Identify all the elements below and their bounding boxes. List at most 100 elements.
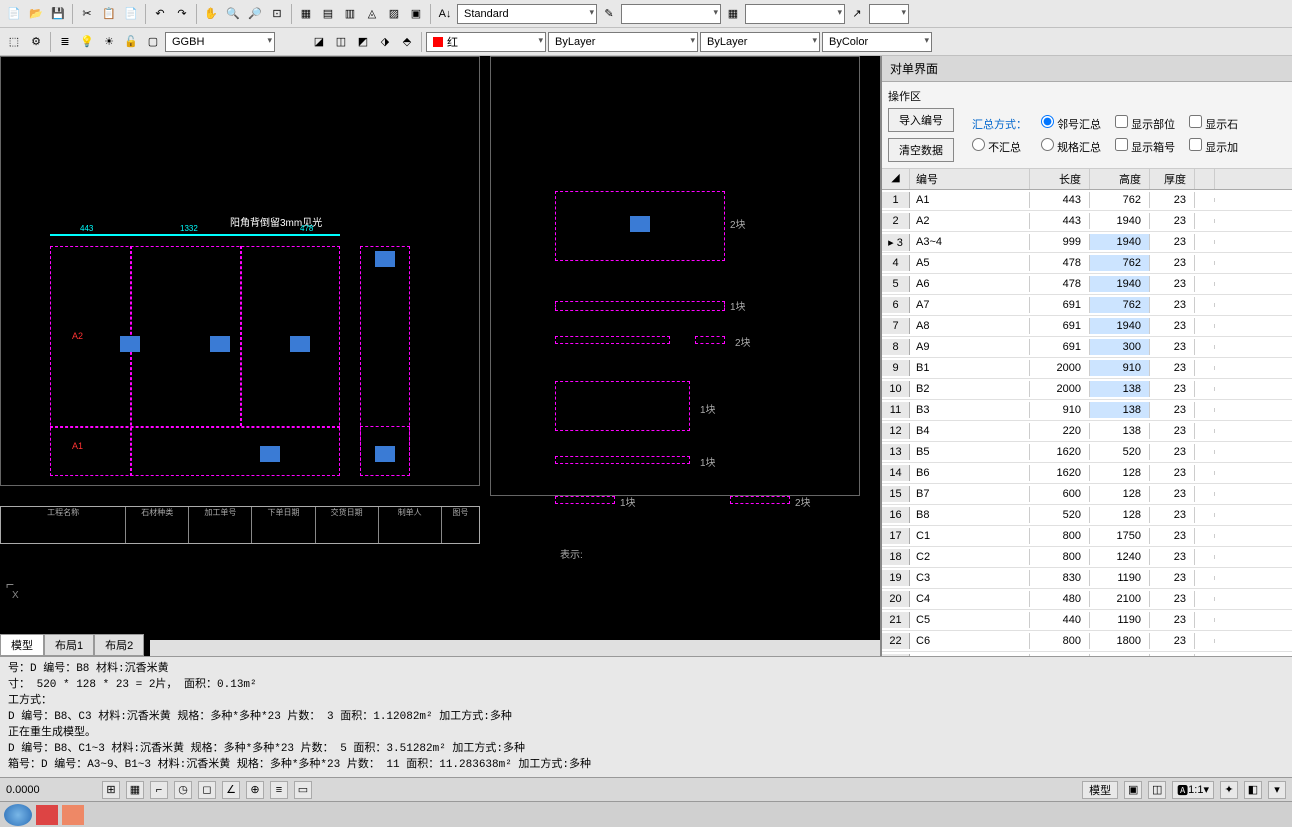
drawing-canvas[interactable]: 阳角背倒留3mm见光 A2 A1 443 1332 478 工程名称 石材种类 … bbox=[0, 56, 880, 656]
table-row[interactable]: 10B2200013823 bbox=[882, 379, 1292, 400]
dim-icon[interactable]: ◬ bbox=[362, 4, 382, 24]
chk-box[interactable]: 显示箱号 bbox=[1115, 138, 1175, 155]
model-space-button[interactable]: 模型 bbox=[1082, 781, 1118, 799]
table-row[interactable]: ▸ 3A3~4999194023 bbox=[882, 232, 1292, 253]
table-row[interactable]: 20C4480210023 bbox=[882, 589, 1292, 610]
layer-match-icon[interactable]: ◩ bbox=[353, 32, 373, 52]
lw-icon[interactable]: ≡ bbox=[270, 781, 288, 799]
textstyle-dropdown[interactable]: Standard bbox=[457, 4, 597, 24]
layer-off-icon[interactable]: ⬘ bbox=[397, 32, 417, 52]
start-button[interactable] bbox=[4, 804, 32, 826]
qp-icon[interactable]: ▭ bbox=[294, 781, 312, 799]
open-icon[interactable]: 📂 bbox=[26, 4, 46, 24]
pan-icon[interactable]: ✋ bbox=[201, 4, 221, 24]
chk-show4[interactable]: 显示加 bbox=[1189, 138, 1238, 155]
nav2-icon[interactable]: ◫ bbox=[1148, 781, 1166, 799]
text-icon[interactable]: A↓ bbox=[435, 4, 455, 24]
lineweight-dropdown[interactable]: ByLayer bbox=[700, 32, 820, 52]
nav-icon[interactable]: ▣ bbox=[1124, 781, 1142, 799]
snap-icon[interactable]: ⊞ bbox=[102, 781, 120, 799]
ortho-icon[interactable]: ⌐ bbox=[150, 781, 168, 799]
plotstyle-dropdown[interactable]: ByColor bbox=[822, 32, 932, 52]
clear-button[interactable]: 清空数据 bbox=[888, 138, 954, 162]
tablestyle-dropdown[interactable] bbox=[745, 4, 845, 24]
lock-icon[interactable]: 🔓 bbox=[121, 32, 141, 52]
table-row[interactable]: 19C3830119023 bbox=[882, 568, 1292, 589]
radio-neighbor[interactable]: 邻号汇总 bbox=[1041, 115, 1101, 132]
radio-spec[interactable]: 规格汇总 bbox=[1041, 138, 1101, 155]
new-icon[interactable]: 📄 bbox=[4, 4, 24, 24]
table-row[interactable]: 16B852012823 bbox=[882, 505, 1292, 526]
hscrollbar[interactable] bbox=[150, 640, 880, 656]
calc-icon[interactable]: ▥ bbox=[340, 4, 360, 24]
table-row[interactable]: 9B1200091023 bbox=[882, 358, 1292, 379]
chk-show3[interactable]: 显示石 bbox=[1189, 115, 1238, 132]
data-grid[interactable]: ◢ 编号 长度 高度 厚度 1A1443762232A2443194023▸ 3… bbox=[882, 169, 1292, 656]
tool2-icon[interactable]: ◧ bbox=[1244, 781, 1262, 799]
table-row[interactable]: 11B391013823 bbox=[882, 400, 1292, 421]
zoom-win-icon[interactable]: 🔎 bbox=[245, 4, 265, 24]
table-row[interactable]: 12B422013823 bbox=[882, 421, 1292, 442]
otrack-icon[interactable]: ∠ bbox=[222, 781, 240, 799]
save-icon[interactable]: 💾 bbox=[48, 4, 68, 24]
dim-style-icon[interactable]: ✎ bbox=[599, 4, 619, 24]
table-icon[interactable]: ▦ bbox=[296, 4, 316, 24]
zoom-icon[interactable]: 🔍 bbox=[223, 4, 243, 24]
table-row[interactable]: 1A144376223 bbox=[882, 190, 1292, 211]
color-dropdown[interactable]: 红 bbox=[426, 32, 546, 52]
layout-tabs: 模型 布局1 布局2 bbox=[0, 634, 144, 656]
redo-icon[interactable]: ↷ bbox=[172, 4, 192, 24]
mleader-dropdown[interactable] bbox=[869, 4, 909, 24]
table-row[interactable]: 14B6162012823 bbox=[882, 463, 1292, 484]
table-row[interactable]: 6A769176223 bbox=[882, 295, 1292, 316]
table-row[interactable]: 5A6478194023 bbox=[882, 274, 1292, 295]
zoom-ext-icon[interactable]: ⊡ bbox=[267, 4, 287, 24]
cut-icon[interactable]: ✂ bbox=[77, 4, 97, 24]
undo-icon[interactable]: ↶ bbox=[150, 4, 170, 24]
tab-model[interactable]: 模型 bbox=[0, 634, 44, 656]
polar-icon[interactable]: ◷ bbox=[174, 781, 192, 799]
tool-a-icon[interactable]: ⬚ bbox=[4, 32, 24, 52]
sun-icon[interactable]: ☀ bbox=[99, 32, 119, 52]
scale-display[interactable]: 🅰 1:1 ▾ bbox=[1172, 781, 1214, 799]
tool3-icon[interactable]: ▾ bbox=[1268, 781, 1286, 799]
table-row[interactable]: 4A547876223 bbox=[882, 253, 1292, 274]
table-row[interactable]: 21C5440119023 bbox=[882, 610, 1292, 631]
chk-part[interactable]: 显示部位 bbox=[1115, 115, 1175, 132]
osnap-icon[interactable]: ◻ bbox=[198, 781, 216, 799]
layer-prop-icon[interactable]: ≣ bbox=[55, 32, 75, 52]
table-row[interactable]: 8A969130023 bbox=[882, 337, 1292, 358]
copy-icon[interactable]: 📋 bbox=[99, 4, 119, 24]
bulb-icon[interactable]: 💡 bbox=[77, 32, 97, 52]
layer-color-icon[interactable]: ▢ bbox=[143, 32, 163, 52]
dimstyle-dropdown[interactable] bbox=[621, 4, 721, 24]
layer-walk-icon[interactable]: ⬗ bbox=[375, 32, 395, 52]
dyn-icon[interactable]: ⊕ bbox=[246, 781, 264, 799]
table-row[interactable]: 22C6800180023 bbox=[882, 631, 1292, 652]
table-row[interactable]: 2A2443194023 bbox=[882, 211, 1292, 232]
gear-icon[interactable]: ⚙ bbox=[26, 32, 46, 52]
layer-dropdown[interactable]: GGBH bbox=[165, 32, 275, 52]
mleader-icon[interactable]: ↗ bbox=[847, 4, 867, 24]
radio-none[interactable]: 不汇总 bbox=[972, 138, 1027, 155]
table-style-icon[interactable]: ▦ bbox=[723, 4, 743, 24]
tool1-icon[interactable]: ✦ bbox=[1220, 781, 1238, 799]
layer-iso-icon[interactable]: ◪ bbox=[309, 32, 329, 52]
hatch-icon[interactable]: ▨ bbox=[384, 4, 404, 24]
table-row[interactable]: 7A8691194023 bbox=[882, 316, 1292, 337]
tab-layout1[interactable]: 布局1 bbox=[44, 634, 94, 656]
block-icon[interactable]: ▣ bbox=[406, 4, 426, 24]
paste-icon[interactable]: 📄 bbox=[121, 4, 141, 24]
grid-icon[interactable]: ▤ bbox=[318, 4, 338, 24]
table-row[interactable]: 13B5162052023 bbox=[882, 442, 1292, 463]
table-row[interactable]: 17C1800175023 bbox=[882, 526, 1292, 547]
grid-mode-icon[interactable]: ▦ bbox=[126, 781, 144, 799]
command-line[interactable]: 号：D 编号：B8 材料:沉香米黄 寸： 520 * 128 * 23 = 2片… bbox=[0, 656, 1292, 777]
import-button[interactable]: 导入编号 bbox=[888, 108, 954, 132]
table-row[interactable]: 18C2800124023 bbox=[882, 547, 1292, 568]
table-row[interactable]: 15B760012823 bbox=[882, 484, 1292, 505]
tab-layout2[interactable]: 布局2 bbox=[94, 634, 144, 656]
linetype-dropdown[interactable]: ByLayer bbox=[548, 32, 698, 52]
table-row[interactable]: 23C7800300023 bbox=[882, 652, 1292, 656]
layer-prev-icon[interactable]: ◫ bbox=[331, 32, 351, 52]
